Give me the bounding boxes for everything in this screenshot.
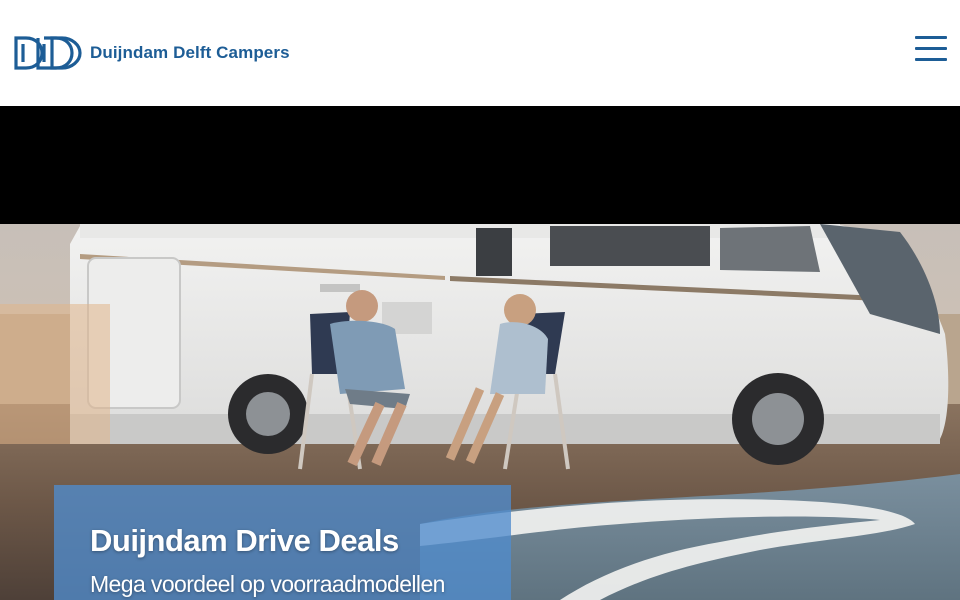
dd-logo-icon — [14, 36, 82, 70]
site-header: Duijndam Delft Campers — [0, 0, 960, 106]
promo-title: Duijndam Drive Deals — [90, 523, 399, 558]
promo-subtitle: Mega voordeel op voorraadmodellen — [90, 571, 445, 597]
menu-bar-bottom — [915, 58, 947, 61]
home-logo-link[interactable]: Duijndam Delft Campers — [14, 36, 290, 70]
menu-bar-top — [915, 36, 947, 39]
video-band — [0, 106, 960, 224]
hamburger-menu-icon[interactable] — [915, 36, 947, 62]
promo-card[interactable]: Duijndam Drive Deals Mega voordeel op vo… — [54, 485, 511, 600]
menu-bar-middle — [915, 47, 947, 50]
brand-name: Duijndam Delft Campers — [90, 43, 290, 62]
